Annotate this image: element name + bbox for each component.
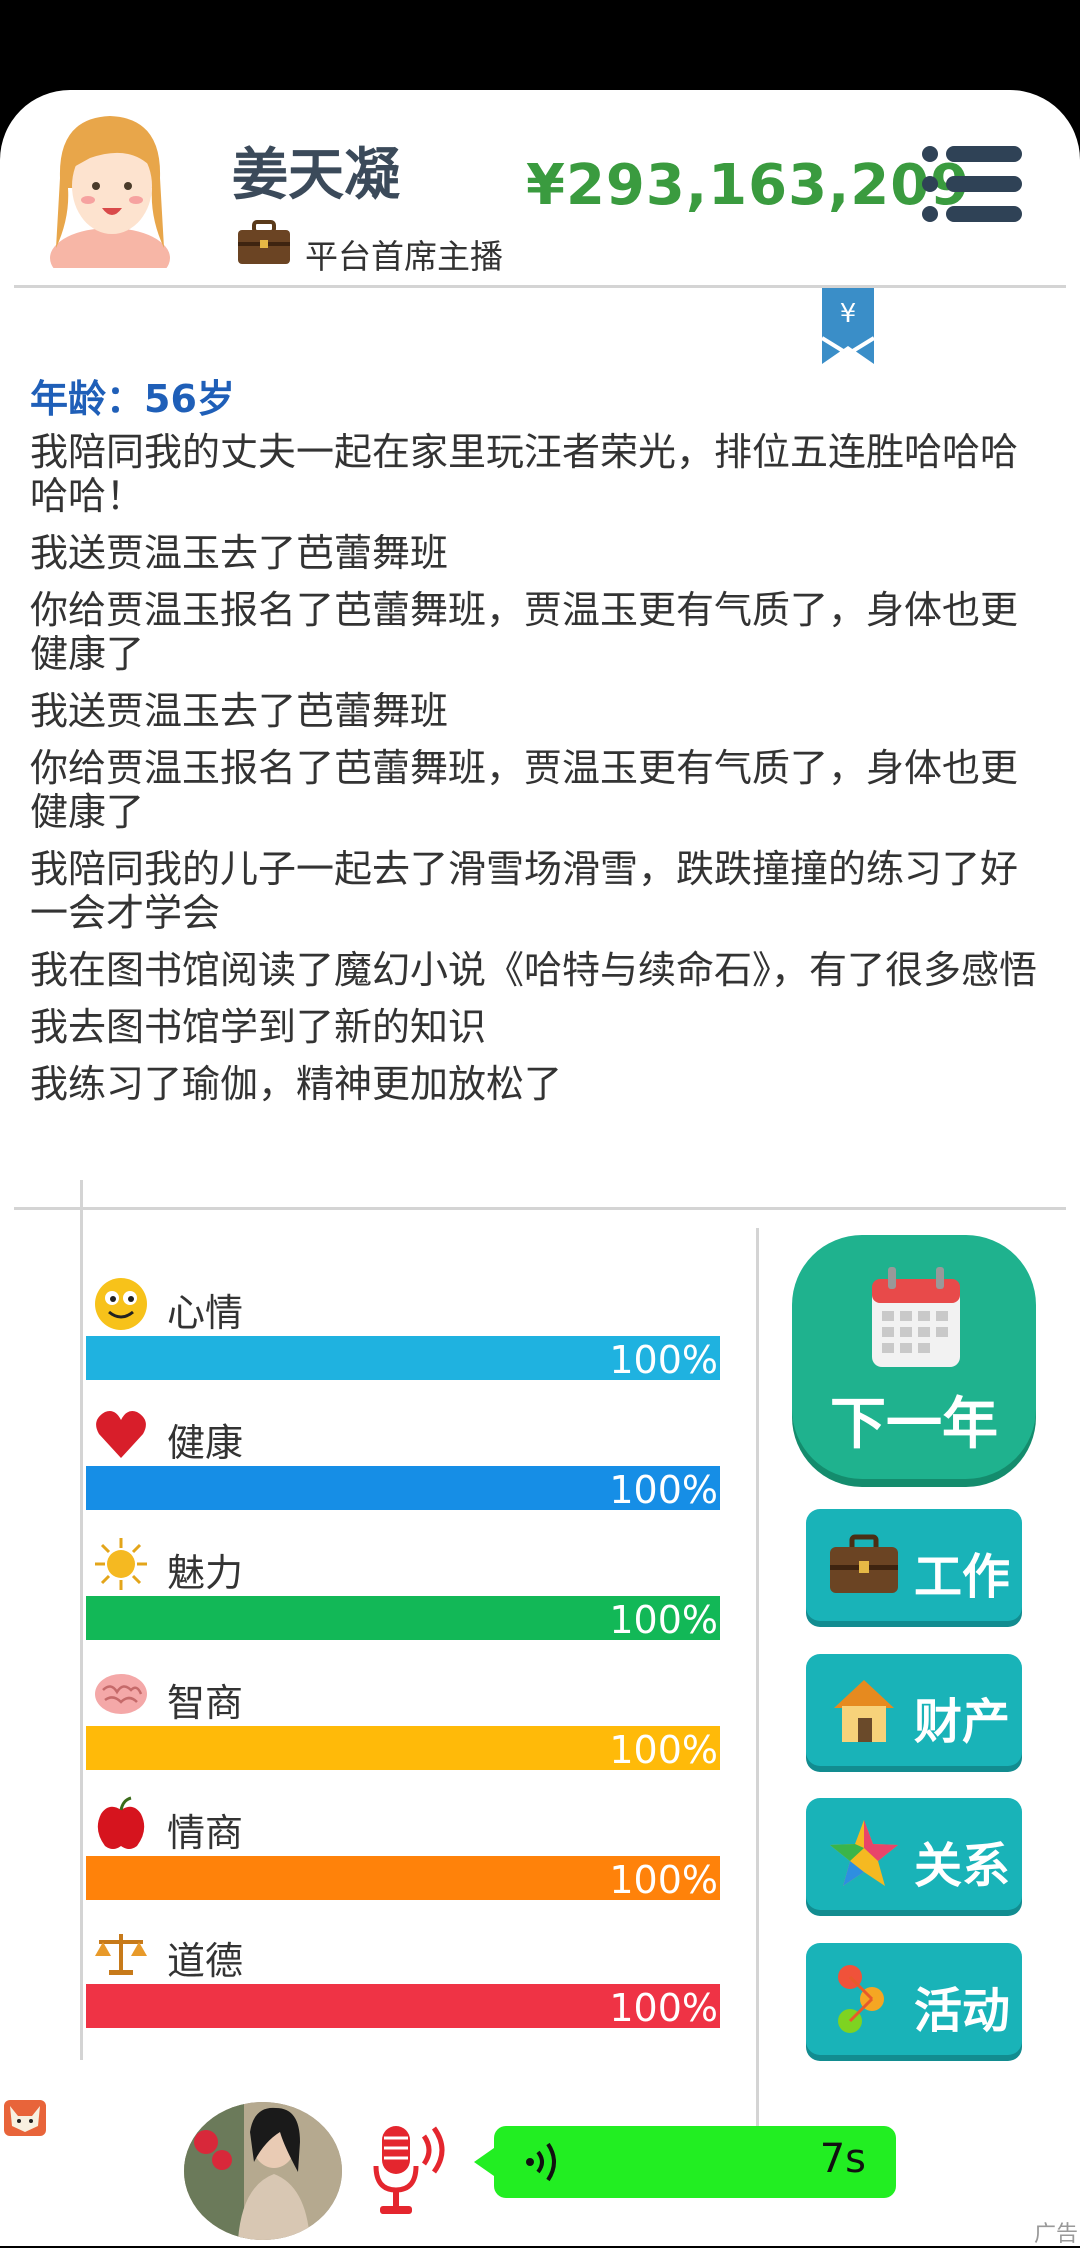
header-divider: [14, 285, 1066, 288]
work-button[interactable]: 工作: [806, 1509, 1022, 1621]
voice-avatar[interactable]: [184, 2102, 342, 2240]
character-name: 姜天凝: [232, 143, 400, 208]
microphone-icon[interactable]: [372, 2122, 456, 2218]
log-entry: 我练习了瑜伽，精神更加放松了: [30, 1062, 563, 1106]
voice-duration: 7s: [819, 2136, 866, 2182]
smiley-icon: [95, 1278, 147, 1330]
log-entry: 我陪同我的儿子一起去了滑雪场滑雪，跌跌撞撞的练习了好一会才学会: [30, 847, 1019, 935]
stat-bar: 100%: [86, 1726, 720, 1772]
activity-dots-icon: [838, 1965, 884, 2033]
stat-bar: 100%: [86, 1466, 720, 1512]
stat-percent: 100%: [609, 1986, 718, 2030]
stat-percent: 100%: [609, 1598, 718, 1642]
activities-label: 活动: [914, 1983, 1011, 2039]
stat-percent: 100%: [609, 1728, 718, 1772]
stat-iq: 智商 100%: [83, 1666, 723, 1796]
sound-wave-icon: [526, 2142, 556, 2182]
relations-label: 关系: [914, 1838, 1011, 1894]
stat-mood: 心情 100%: [83, 1276, 723, 1406]
stat-label: 智商: [167, 1681, 244, 1725]
heart-icon: [96, 1411, 146, 1458]
job-title: 平台首席主播: [305, 237, 503, 276]
briefcase-icon: [830, 1534, 898, 1593]
stat-label: 道德: [167, 1939, 244, 1983]
age-label: 年龄：56岁: [30, 377, 235, 421]
money-balance: ¥293,163,209: [526, 153, 971, 218]
log-entry: 你给贾温玉报名了芭蕾舞班，贾温玉更有气质了，身体也更健康了: [30, 746, 1019, 834]
stat-percent: 100%: [609, 1858, 718, 1902]
log-entry: 我在图书馆阅读了魔幻小说《哈特与续命石》，有了很多感悟: [30, 948, 1038, 992]
scales-icon: [95, 1934, 147, 1975]
voice-message-bubble[interactable]: 7s: [474, 2126, 896, 2198]
log-entry: 我陪同我的丈夫一起在家里玩汪者荣光，排位五连胜哈哈哈哈哈！: [30, 430, 1019, 518]
stat-charm: 魅力 100%: [83, 1536, 723, 1666]
stat-percent: 100%: [609, 1338, 718, 1382]
apple-icon: [97, 1796, 145, 1849]
sun-icon: [95, 1538, 147, 1590]
stat-bar: 100%: [86, 1336, 720, 1382]
next-year-label: 下一年: [830, 1392, 998, 1457]
work-label: 工作: [914, 1549, 1011, 1605]
life-log-list: 我陪同我的丈夫一起在家里玩汪者荣光，排位五连胜哈哈哈哈哈！ 我送贾温玉去了芭蕾舞…: [30, 430, 1040, 1119]
fox-icon[interactable]: [4, 2100, 46, 2136]
house-icon: [834, 1680, 894, 1742]
stat-health: 健康 100%: [83, 1406, 723, 1536]
property-label: 财产: [914, 1694, 1011, 1750]
svg-text:¥: ¥: [840, 299, 857, 329]
character-avatar: [50, 116, 170, 268]
log-entry: 我送贾温玉去了芭蕾舞班: [30, 531, 449, 575]
stat-label: 情商: [167, 1811, 244, 1855]
log-entry: 我送贾温玉去了芭蕾舞班: [30, 689, 449, 733]
stat-bar: 100%: [86, 1856, 720, 1902]
briefcase-icon: [238, 220, 290, 264]
stat-bar: 100%: [86, 1596, 720, 1642]
stat-percent: 100%: [609, 1468, 718, 1512]
star-icon: [830, 1820, 898, 1886]
next-year-button[interactable]: 下一年: [792, 1235, 1036, 1479]
stat-bar: 100%: [86, 1984, 720, 2030]
vertical-divider: [756, 1228, 759, 2165]
stat-label: 魅力: [167, 1551, 244, 1595]
stat-label: 心情: [167, 1291, 244, 1335]
stat-morality: 道德 100%: [83, 1924, 723, 2054]
property-button[interactable]: 财产: [806, 1654, 1022, 1766]
menu-icon[interactable]: [920, 144, 1024, 224]
stat-label: 健康: [167, 1421, 244, 1465]
brain-icon: [95, 1674, 147, 1714]
calendar-icon: [872, 1267, 960, 1367]
activities-button[interactable]: 活动: [806, 1943, 1022, 2055]
stat-eq: 情商 100%: [83, 1796, 723, 1926]
yuan-bookmark-icon[interactable]: ¥: [820, 288, 876, 366]
log-entry: 我去图书馆学到了新的知识: [30, 1005, 487, 1049]
relations-button[interactable]: 关系: [806, 1798, 1022, 1910]
stats-panel: 心情 100% 健康 100% 魅力 100% 智商 100% 情商 100% …: [80, 1180, 723, 2060]
ad-label[interactable]: 广告: [1034, 2216, 1078, 2248]
log-entry: 你给贾温玉报名了芭蕾舞班，贾温玉更有气质了，身体也更健康了: [30, 588, 1019, 676]
